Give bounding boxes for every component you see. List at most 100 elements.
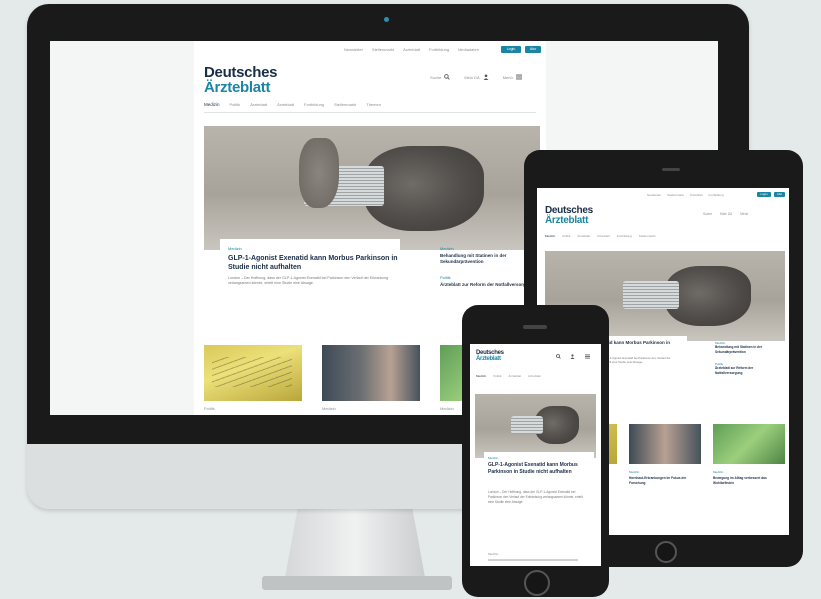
phone-home-button[interactable]	[524, 570, 550, 596]
tablet-camera	[662, 168, 680, 171]
header-tools: Suche Mein DÄ Menü	[703, 212, 748, 216]
teaser-image[interactable]	[322, 345, 420, 401]
nav-item[interactable]: Stellenmarkt	[334, 102, 356, 107]
phone-speaker	[523, 325, 547, 329]
account-tool[interactable]: Mein DÄ	[464, 74, 489, 80]
teaser-image[interactable]	[713, 424, 785, 464]
teaser-kicker: Politik	[204, 406, 215, 411]
nav-item[interactable]: Politik	[230, 102, 241, 107]
nav-item[interactable]: Ärzteblatt	[277, 102, 294, 107]
search-label: Suche	[430, 74, 442, 80]
teaser-headline[interactable]: Bewegung im Alltag verbessert das Wohlbe…	[713, 476, 785, 485]
top-link[interactable]: Ärzteblatt	[403, 47, 420, 52]
side-headline[interactable]: Behandlung mit Statinen in der Sekundärp…	[715, 345, 781, 354]
teaser-kicker: Medizin	[629, 470, 640, 474]
menu-label: Menü	[502, 74, 513, 80]
side-headline[interactable]: Ärzteblatt zur Reform der Notfallversorg…	[440, 282, 535, 288]
nav-item[interactable]: Themen	[366, 102, 381, 107]
lead-headline[interactable]: GLP-1-Agonist Exenatid kann Morbus Parki…	[228, 254, 398, 272]
teaser-kicker: Medizin	[713, 470, 724, 474]
side-kicker: Medizin	[440, 246, 454, 251]
site-logo[interactable]: Deutsches Ärzteblatt	[204, 65, 277, 95]
side-headline[interactable]: Ärzteblatt zur Reform der Notfallversorg…	[715, 366, 781, 375]
lead-card[interactable]: Medizin GLP-1-Agonist Exenatid kann Morb…	[484, 452, 594, 544]
site-logo[interactable]: Deutsches Ärzteblatt	[476, 350, 504, 362]
top-links: Newsletter Stellenmarkt Ärzteblatt Fortb…	[647, 193, 724, 197]
account-label: Mein DÄ	[464, 74, 480, 80]
logo-line1: Deutsches	[204, 64, 278, 81]
spring-shape	[623, 281, 679, 309]
nav-item[interactable]: Politik	[562, 234, 570, 238]
nav-item[interactable]: Ärzteblatt	[577, 234, 590, 238]
top-link[interactable]: Mediadaten	[458, 47, 479, 52]
nav-item[interactable]: Stellenmarkt	[639, 234, 656, 238]
user-icon[interactable]	[570, 354, 575, 359]
side-news: Medizin Behandlung mit Statinen in der S…	[440, 246, 535, 288]
teaser-image[interactable]	[629, 424, 701, 464]
top-link[interactable]: Fortbildung	[429, 47, 449, 52]
teaser-kicker: Medizin	[440, 406, 454, 411]
hero-image[interactable]	[475, 394, 596, 458]
top-links: Newsletter Stellenmarkt Ärzteblatt Fortb…	[344, 47, 479, 52]
fingers-shape	[299, 138, 339, 208]
side-kicker: Politik	[440, 275, 451, 280]
lead-headline[interactable]: GLP-1-Agonist Exenatid kann Morbus Parki…	[488, 462, 590, 476]
header-tools: Suche Mein DÄ Menü	[430, 74, 522, 80]
nav-item[interactable]: Medizin	[204, 102, 220, 107]
site-logo[interactable]: Deutsches Ärzteblatt	[545, 206, 593, 226]
abo-button[interactable]: Abo	[774, 192, 785, 197]
lead-kicker: Medizin	[228, 246, 242, 251]
teaser-image[interactable]	[204, 345, 302, 401]
monitor-foot	[262, 576, 452, 590]
logo-line2: Ärzteblatt	[545, 215, 589, 226]
phone-screen: Deutsches Ärzteblatt Medizin Politik Ärz…	[470, 344, 601, 566]
lead-kicker: Medizin	[488, 456, 499, 460]
teaser-headline[interactable]: Hornhaut-Erkrankungen im Fokus der Forsc…	[629, 476, 701, 485]
search-icon[interactable]	[556, 354, 561, 359]
top-link[interactable]: Stellenmarkt	[372, 47, 394, 52]
document-texture	[212, 357, 292, 387]
search-label[interactable]: Suche	[703, 212, 712, 216]
search-tool[interactable]: Suche	[430, 74, 451, 80]
top-link[interactable]: Newsletter	[344, 47, 363, 52]
monitor-camera	[384, 17, 389, 22]
main-nav: Medizin Politik Ärzteblatt Ärzteblatt	[476, 374, 541, 378]
login-button[interactable]: Login	[757, 192, 771, 197]
nav-item[interactable]: Fortbildung	[304, 102, 324, 107]
nav-item[interactable]: Ärzteblatt	[508, 374, 521, 378]
nav-item[interactable]: Fortbildung	[617, 234, 632, 238]
search-icon	[444, 74, 451, 80]
menu-icon	[515, 74, 522, 80]
side-headline[interactable]: Behandlung mit Statinen in der Sekundärp…	[440, 253, 535, 265]
lead-teaser: London – Der Hoffnung, dass der GLP-1-Ag…	[228, 276, 389, 285]
logo-line2: Ärzteblatt	[204, 79, 271, 96]
lead-teaser: London – Der Hoffnung, dass der GLP-1-Ag…	[488, 490, 583, 504]
abo-button[interactable]: Abo	[525, 46, 541, 53]
top-link[interactable]: Newsletter	[647, 193, 661, 197]
user-icon	[483, 74, 489, 80]
nav-item[interactable]: Ärzteblatt	[597, 234, 610, 238]
top-link[interactable]: Ärzteblatt	[690, 193, 703, 197]
hero-image[interactable]	[204, 126, 540, 250]
main-nav: Medizin Politik Ärzteblatt Ärzteblatt Fo…	[545, 234, 655, 238]
nav-divider	[204, 112, 536, 113]
nav-item[interactable]: Medizin	[545, 234, 555, 238]
side-kicker: Medizin	[488, 552, 499, 556]
nav-item[interactable]: Medizin	[476, 374, 486, 378]
account-label[interactable]: Mein DÄ	[720, 212, 732, 216]
nav-item[interactable]: Ärzteblatt	[250, 102, 267, 107]
tablet-home-button[interactable]	[655, 541, 677, 563]
logo-line2: Ärzteblatt	[476, 356, 501, 362]
spring-shape	[511, 416, 543, 434]
teaser-kicker: Medizin	[322, 406, 336, 411]
menu-label[interactable]: Menü	[740, 212, 748, 216]
menu-tool[interactable]: Menü	[503, 74, 522, 80]
login-button[interactable]: Login	[501, 46, 521, 53]
top-link[interactable]: Fortbildung	[709, 193, 724, 197]
menu-icon[interactable]	[585, 354, 590, 359]
nav-item[interactable]: Ärzteblatt	[528, 374, 541, 378]
lead-card[interactable]: Medizin GLP-1-Agonist Exenatid kann Morb…	[220, 239, 400, 319]
main-nav: Medizin Politik Ärzteblatt Ärzteblatt Fo…	[204, 102, 381, 107]
top-link[interactable]: Stellenmarkt	[667, 193, 684, 197]
nav-item[interactable]: Politik	[493, 374, 501, 378]
